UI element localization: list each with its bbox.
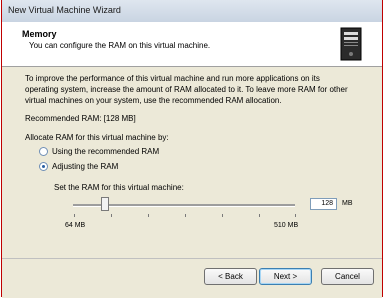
- cancel-button[interactable]: Cancel: [321, 268, 374, 285]
- ram-slider-thumb[interactable]: [101, 197, 109, 211]
- allocate-label: Allocate RAM for this virtual machine by…: [25, 133, 169, 142]
- wizard-footer: < Back Next > Cancel: [2, 258, 382, 298]
- set-ram-label: Set the RAM for this virtual machine:: [54, 183, 184, 192]
- next-button[interactable]: Next >: [259, 268, 312, 285]
- page-subtitle: You can configure the RAM on this virtua…: [29, 41, 211, 50]
- page-title: Memory: [22, 29, 57, 39]
- recommended-ram-text: Recommended RAM: [128 MB]: [25, 114, 136, 123]
- radio-button-selected[interactable]: [39, 162, 48, 171]
- title-bar[interactable]: New Virtual Machine Wizard: [2, 0, 382, 23]
- wizard-window: New Virtual Machine Wizard Memory You ca…: [1, 0, 383, 298]
- radio-button[interactable]: [39, 147, 48, 156]
- radio-label: Using the recommended RAM: [52, 147, 160, 156]
- ram-slider-ticks: [74, 214, 296, 218]
- back-button[interactable]: < Back: [204, 268, 257, 285]
- slider-max-label: 510 MB: [274, 222, 299, 229]
- memory-description: To improve the performance of this virtu…: [25, 74, 348, 105]
- ram-value-input[interactable]: 128: [310, 198, 337, 210]
- wizard-content: To improve the performance of this virtu…: [2, 67, 382, 258]
- ram-unit-label: MB: [342, 200, 353, 207]
- radio-adjust-ram[interactable]: Adjusting the RAM: [39, 162, 118, 171]
- radio-use-recommended[interactable]: Using the recommended RAM: [39, 147, 159, 156]
- wizard-header: Memory You can configure the RAM on this…: [2, 22, 382, 67]
- window-title: New Virtual Machine Wizard: [8, 5, 121, 15]
- slider-min-label: 64 MB: [65, 222, 86, 229]
- computer-tower-icon: [335, 26, 367, 62]
- radio-label: Adjusting the RAM: [52, 162, 119, 171]
